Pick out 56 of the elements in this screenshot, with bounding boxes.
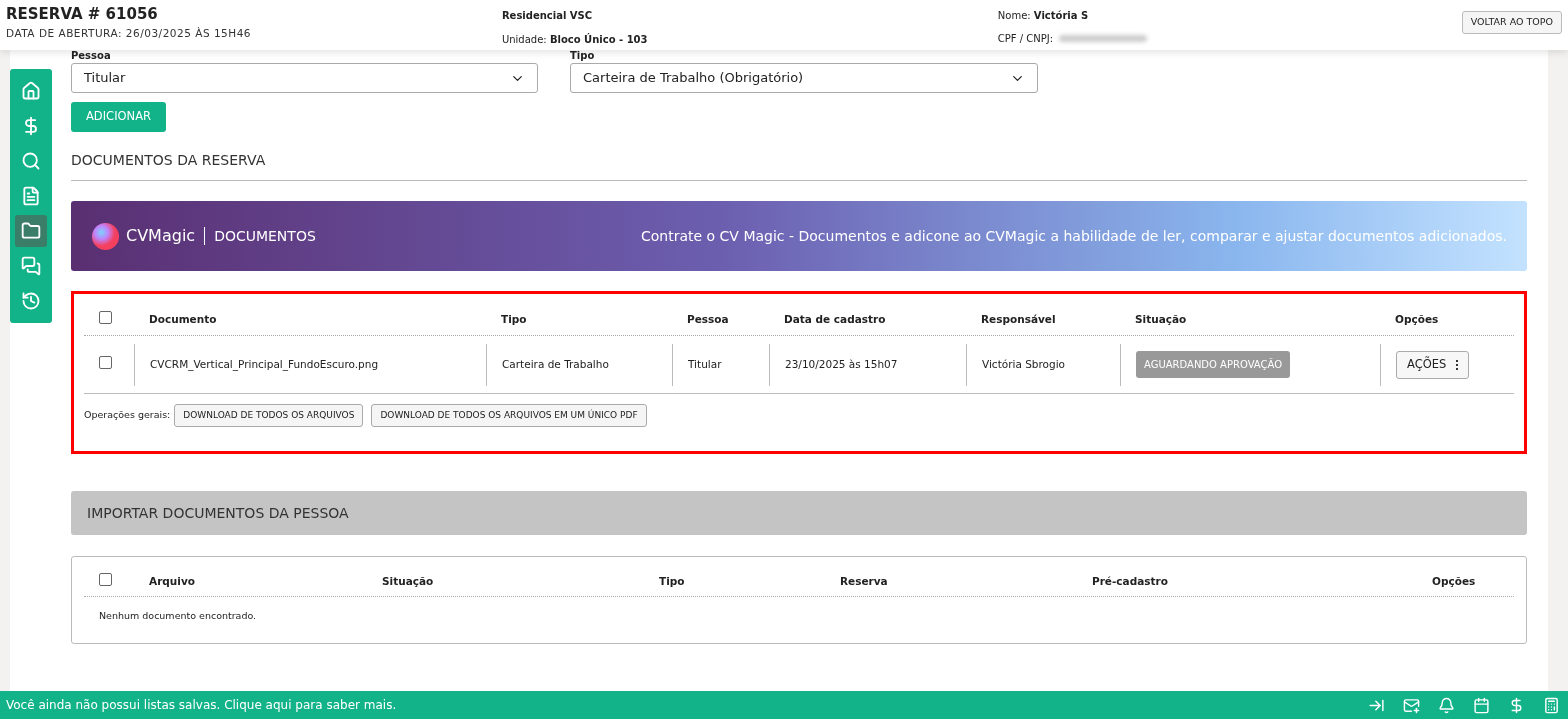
field-label: Tipo	[570, 50, 596, 62]
table-cell-text: Carteira de Trabalho	[502, 356, 609, 372]
column-header: Situação	[381, 573, 435, 589]
column-header: Arquivo	[148, 573, 196, 589]
column-header: Pré-cadastro	[1091, 573, 1169, 589]
sidebar-item[interactable]	[15, 215, 47, 247]
calendar-icon[interactable]	[1473, 696, 1490, 714]
operations-label: Operações gerais:	[84, 408, 171, 423]
reservation-title: RESERVA # 61056	[6, 5, 159, 23]
document-icon	[21, 186, 41, 206]
field-label: Pessoa	[71, 50, 112, 62]
table-cell-text: Victória Sbrogio	[982, 356, 1066, 372]
history-icon	[21, 291, 41, 311]
person-select[interactable]: Titular	[71, 63, 538, 93]
client-name: Nome: Victória S	[997, 9, 1090, 23]
calculator-icon[interactable]	[1543, 696, 1560, 714]
column-header: Opções	[1394, 311, 1440, 327]
row-checkbox[interactable]	[99, 355, 112, 369]
column-header: Data de cadastro	[783, 311, 887, 327]
brand-name: CVMagic	[126, 225, 196, 247]
empty-message: Nenhum documento encontrado.	[98, 609, 258, 623]
home-icon	[21, 81, 41, 101]
type-select[interactable]: Carteira de Trabalho (Obrigatório)	[570, 63, 1038, 93]
column-header: Tipo	[658, 573, 686, 589]
logo-icon	[91, 221, 120, 251]
column-header: Situação	[1134, 311, 1188, 327]
opening-date: DATA DE ABERTURA: 26/03/2025 ÀS 15H46	[6, 26, 252, 41]
download-button[interactable]: DOWNLOAD DE TODOS OS ARQUIVOS EM UM ÚNICO PDF	[371, 404, 647, 427]
select-all-checkbox[interactable]	[99, 572, 112, 586]
envelope-icon[interactable]	[1403, 696, 1420, 714]
table-cell: CVCRM_Vertical_Principal_FundoEscuro.png	[150, 356, 379, 373]
unit-info: Unidade: Bloco Único - 103	[501, 32, 649, 47]
column-header: Opções	[1431, 573, 1477, 589]
bell-icon[interactable]	[1438, 696, 1455, 714]
import-title: IMPORTAR DOCUMENTOS DA PESSOA	[87, 503, 349, 523]
actions-button[interactable]: AÇÕES	[1396, 350, 1470, 379]
cpf-label: CPF / CNPJ:	[997, 32, 1054, 46]
section-title: DOCUMENTOS DA RESERVA	[71, 151, 267, 170]
column-header: Documento	[148, 311, 218, 327]
back-to-top-button[interactable]: VOLTAR AO TOPO	[1461, 11, 1562, 34]
search-icon	[21, 151, 41, 171]
chat-icon	[21, 256, 41, 276]
table-cell-text: Titular	[688, 356, 722, 372]
column-header: Reserva	[839, 573, 889, 589]
status-badge: AGUARDANDO APROVAÇÃO	[1136, 351, 1291, 378]
column-header: Tipo	[500, 311, 528, 327]
product-name: DOCUMENTOS	[214, 226, 316, 246]
more-icon	[1456, 359, 1459, 370]
folder-icon	[21, 221, 41, 241]
promo-text: Contrate o CV Magic - Documentos e adicone ao CVMagic a habilidade de ler, comparar e ajustar documentos adicionados.	[640, 226, 1507, 246]
column-header: Pessoa	[686, 311, 730, 327]
select-all-checkbox[interactable]	[99, 310, 112, 324]
download-button[interactable]: DOWNLOAD DE TODOS OS ARQUIVOS	[174, 404, 364, 427]
column-header: Responsável	[980, 311, 1057, 327]
table-cell-text: 23/10/2025 às 15h07	[785, 356, 898, 372]
project-name: Residencial VSC	[501, 9, 594, 23]
